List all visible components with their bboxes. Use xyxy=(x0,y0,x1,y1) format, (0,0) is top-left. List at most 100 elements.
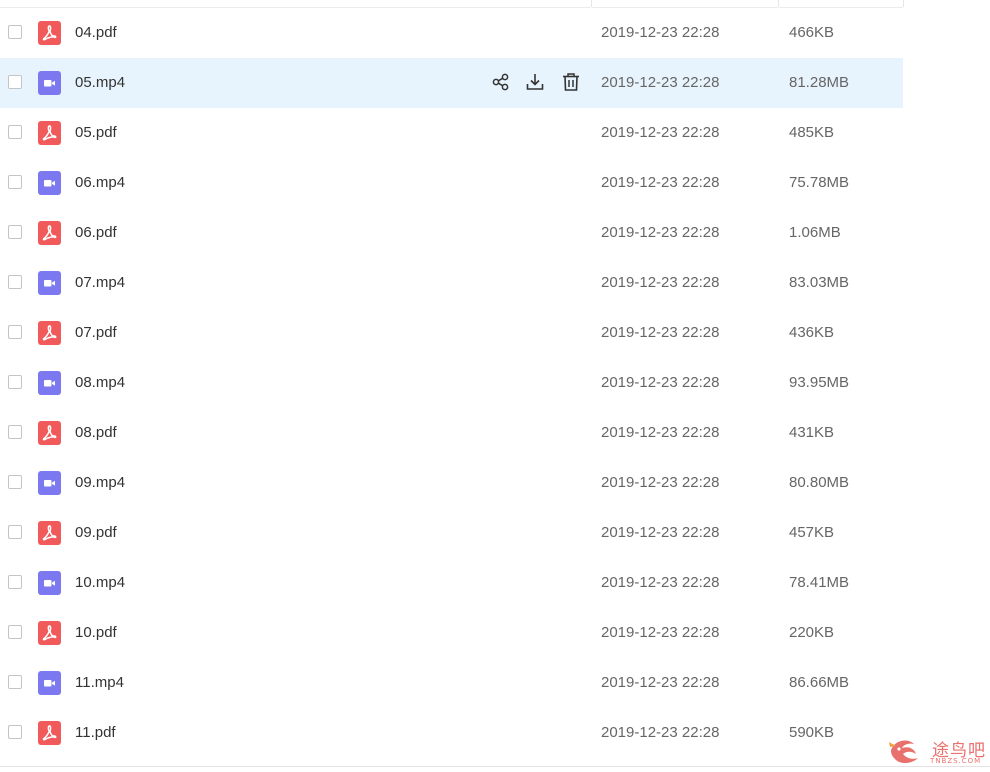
download-icon[interactable] xyxy=(524,71,546,93)
row-checkbox[interactable] xyxy=(8,675,22,689)
column-header-remnant xyxy=(0,0,990,8)
row-checkbox[interactable] xyxy=(8,375,22,389)
file-name[interactable]: 05.pdf xyxy=(75,124,117,142)
file-date: 2019-12-23 22:28 xyxy=(601,174,720,191)
file-size: 86.66MB xyxy=(789,674,850,691)
file-size: 75.78MB xyxy=(789,174,850,191)
share-icon[interactable] xyxy=(490,71,512,93)
row-checkbox[interactable] xyxy=(8,475,22,489)
row-checkbox[interactable] xyxy=(8,75,22,89)
video-file-icon xyxy=(38,571,61,595)
video-file-icon xyxy=(38,671,61,695)
pdf-file-icon xyxy=(38,221,61,245)
pdf-file-icon xyxy=(38,121,61,145)
file-name[interactable]: 11.mp4 xyxy=(75,674,124,692)
file-name[interactable]: 08.mp4 xyxy=(75,374,125,392)
file-row[interactable]: 11.mp4 2019-12-23 22:28 86.66MB xyxy=(0,658,903,708)
row-checkbox[interactable] xyxy=(8,225,22,239)
file-date: 2019-12-23 22:28 xyxy=(601,624,720,641)
file-size: 220KB xyxy=(789,624,835,641)
pdf-file-icon xyxy=(38,721,61,745)
file-size: 80.80MB xyxy=(789,474,850,491)
file-row[interactable]: 08.pdf 2019-12-23 22:28 431KB xyxy=(0,408,903,458)
file-row[interactable]: 09.pdf 2019-12-23 22:28 457KB xyxy=(0,508,903,558)
file-row[interactable]: 07.mp4 2019-12-23 22:28 83.03MB xyxy=(0,258,903,308)
file-name[interactable]: 09.mp4 xyxy=(75,474,125,492)
file-date: 2019-12-23 22:28 xyxy=(601,124,720,141)
file-row[interactable]: 09.mp4 2019-12-23 22:28 80.80MB xyxy=(0,458,903,508)
bottom-divider xyxy=(0,766,990,767)
delete-icon[interactable] xyxy=(560,71,582,93)
row-checkbox[interactable] xyxy=(8,525,22,539)
file-row[interactable]: 06.pdf 2019-12-23 22:28 1.06MB xyxy=(0,208,903,258)
pdf-file-icon xyxy=(38,521,61,545)
file-row[interactable]: 05.pdf 2019-12-23 22:28 485KB xyxy=(0,108,903,158)
file-size: 431KB xyxy=(789,424,835,441)
file-row[interactable]: 10.mp4 2019-12-23 22:28 78.41MB xyxy=(0,558,903,608)
file-name[interactable]: 11.pdf xyxy=(75,724,116,742)
file-name[interactable]: 10.mp4 xyxy=(75,574,125,592)
video-file-icon xyxy=(38,271,61,295)
watermark-subtext: TNBZS.COM xyxy=(930,757,982,765)
file-date: 2019-12-23 22:28 xyxy=(601,424,720,441)
file-row[interactable]: 07.pdf 2019-12-23 22:28 436KB xyxy=(0,308,903,358)
file-date: 2019-12-23 22:28 xyxy=(601,674,720,691)
video-file-icon xyxy=(38,71,61,95)
file-name[interactable]: 08.pdf xyxy=(75,424,117,442)
file-row[interactable]: 10.pdf 2019-12-23 22:28 220KB xyxy=(0,608,903,658)
row-checkbox[interactable] xyxy=(8,275,22,289)
file-name[interactable]: 10.pdf xyxy=(75,624,117,642)
pdf-file-icon xyxy=(38,321,61,345)
bird-logo-icon xyxy=(889,740,918,764)
file-row[interactable]: 11.pdf 2019-12-23 22:28 590KB xyxy=(0,708,903,758)
file-size: 457KB xyxy=(789,524,835,541)
row-checkbox[interactable] xyxy=(8,25,22,39)
file-name[interactable]: 06.pdf xyxy=(75,224,117,242)
file-row[interactable]: 08.mp4 2019-12-23 22:28 93.95MB xyxy=(0,358,903,408)
file-size: 78.41MB xyxy=(789,574,850,591)
row-checkbox[interactable] xyxy=(8,425,22,439)
row-checkbox[interactable] xyxy=(8,175,22,189)
file-size: 93.95MB xyxy=(789,374,850,391)
row-checkbox[interactable] xyxy=(8,725,22,739)
file-list: 04.pdf 2019-12-23 22:28 466KB 05.mp4 2019-12… xyxy=(0,8,903,758)
watermark: 途鸟吧 TNBZS.COM xyxy=(886,734,986,768)
pdf-file-icon xyxy=(38,421,61,445)
file-date: 2019-12-23 22:28 xyxy=(601,474,720,491)
file-row[interactable]: 04.pdf 2019-12-23 22:28 466KB xyxy=(0,8,903,58)
video-file-icon xyxy=(38,171,61,195)
row-checkbox[interactable] xyxy=(8,575,22,589)
file-date: 2019-12-23 22:28 xyxy=(601,724,720,741)
file-row[interactable]: 05.mp4 2019-12-23 22:28 81.28MB xyxy=(0,58,903,108)
file-date: 2019-12-23 22:28 xyxy=(601,374,720,391)
file-size: 436KB xyxy=(789,324,835,341)
file-date: 2019-12-23 22:28 xyxy=(601,324,720,341)
file-size: 466KB xyxy=(789,24,835,41)
pdf-file-icon xyxy=(38,621,61,645)
file-name[interactable]: 05.mp4 xyxy=(75,74,125,92)
header-divider xyxy=(903,0,904,7)
file-name[interactable]: 06.mp4 xyxy=(75,174,125,192)
file-date: 2019-12-23 22:28 xyxy=(601,524,720,541)
video-file-icon xyxy=(38,371,61,395)
row-checkbox[interactable] xyxy=(8,125,22,139)
file-date: 2019-12-23 22:28 xyxy=(601,224,720,241)
file-date: 2019-12-23 22:28 xyxy=(601,274,720,291)
file-date: 2019-12-23 22:28 xyxy=(601,74,720,91)
file-name[interactable]: 09.pdf xyxy=(75,524,117,542)
file-name[interactable]: 04.pdf xyxy=(75,24,117,42)
header-border-date xyxy=(592,0,778,8)
file-name[interactable]: 07.pdf xyxy=(75,324,117,342)
file-size: 485KB xyxy=(789,124,835,141)
header-border-size xyxy=(779,0,903,8)
row-checkbox[interactable] xyxy=(8,325,22,339)
file-date: 2019-12-23 22:28 xyxy=(601,24,720,41)
video-file-icon xyxy=(38,471,61,495)
file-name[interactable]: 07.mp4 xyxy=(75,274,125,292)
file-size: 83.03MB xyxy=(789,274,850,291)
file-size: 81.28MB xyxy=(789,74,850,91)
file-date: 2019-12-23 22:28 xyxy=(601,574,720,591)
file-size: 590KB xyxy=(789,724,835,741)
file-row[interactable]: 06.mp4 2019-12-23 22:28 75.78MB xyxy=(0,158,903,208)
row-checkbox[interactable] xyxy=(8,625,22,639)
